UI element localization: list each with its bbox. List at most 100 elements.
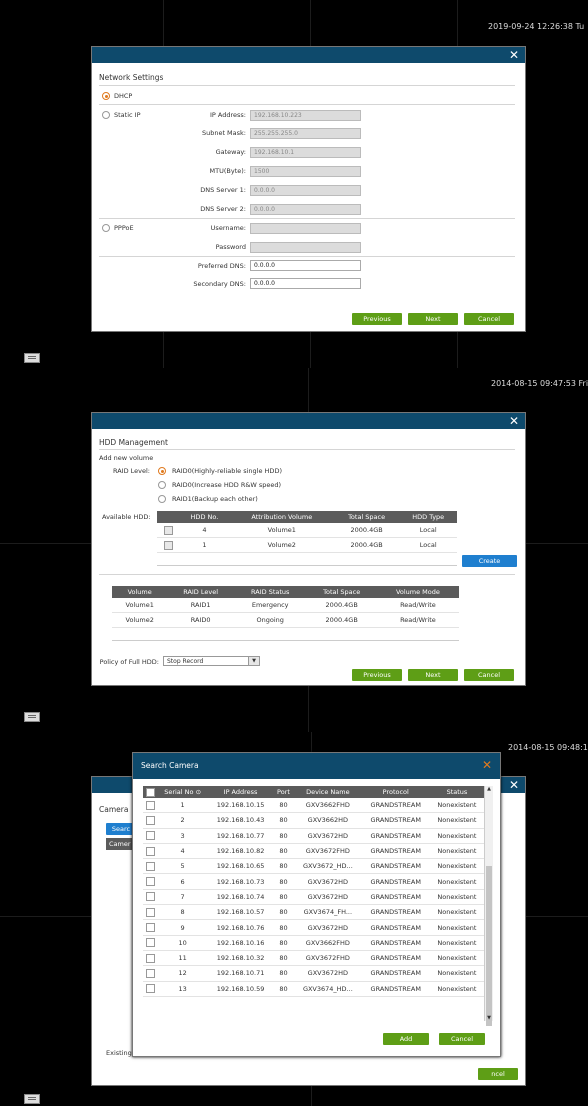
raid1-backup-radio[interactable] [158,495,166,503]
username-field[interactable] [250,223,361,234]
add-button[interactable]: Add [383,1033,429,1045]
table-row[interactable]: 4 192.168.10.82 80 GXV3672FHD GRANDSTREAM Non… [143,843,484,860]
scrollbar[interactable]: ▲ ▼ [484,786,493,1026]
preferred-dns-label: Preferred DNS: [197,262,246,270]
menu-icon[interactable] [24,353,40,363]
table-header [157,511,179,523]
table-cell: GRANDSTREAM [361,981,430,997]
table-header: RAID Status [233,586,307,598]
scrollbar-thumb[interactable] [486,866,492,1026]
dns-server-2-label: DNS Server 2: [200,205,246,213]
table-row[interactable]: Volume1 RAID1 Emergency 2000.4GB Read/Wr… [112,598,459,613]
scroll-up-icon[interactable]: ▲ [485,786,493,792]
menu-icon[interactable] [24,1094,40,1104]
row-checkbox[interactable] [143,889,157,906]
previous-button[interactable]: Previous [352,313,402,325]
row-checkbox[interactable] [143,798,157,814]
table-cell: GXV3672HD [294,873,362,890]
table-header: Protocol [361,786,430,798]
row-checkbox[interactable] [143,828,157,844]
table-row[interactable]: 12 192.168.10.71 80 GXV3672HD GRANDSTREAM Non… [143,965,484,982]
dns-server-1-label: DNS Server 1: [200,186,246,194]
dhcp-radio[interactable] [102,92,110,100]
table-row[interactable]: 7 192.168.10.74 80 GXV3672HD GRANDSTREAM None… [143,889,484,906]
subnet-mask-field[interactable]: 255.255.255.0 [250,128,361,139]
table-header: Volume [112,586,168,598]
menu-icon[interactable] [24,712,40,722]
table-row[interactable]: 1 Volume2 2000.4GB Local [157,537,457,553]
table-cell: 80 [272,889,295,906]
table-row[interactable]: Volume2 RAID0 Ongoing 2000.4GB Read/Writ… [112,612,459,628]
table-row[interactable]: 2 192.168.10.43 80 GXV3662HD GRANDSTREAM None… [143,812,484,829]
policy-select-value: Stop Record [167,658,204,665]
row-checkbox[interactable] [143,919,157,936]
raid0-speed-radio[interactable] [158,481,166,489]
cancel-button[interactable]: Cancel [439,1033,485,1045]
table-row[interactable]: 8 192.168.10.57 80 GXV3674_FH... GRANDSTREAM… [143,904,484,921]
row-checkbox[interactable] [143,858,157,875]
table-row[interactable]: 4 Volume1 2000.4GB Local [157,523,457,538]
table-header: RAID Level [167,586,234,598]
mtu-field[interactable]: 1500 [250,166,361,177]
table-row[interactable]: 10 192.168.10.16 80 GXV3662FHD GRANDSTREAM No… [143,935,484,951]
dns-server-1-field[interactable]: 0.0.0.0 [250,185,361,196]
table-cell: 80 [272,812,295,829]
table-row[interactable]: 13 192.168.10.59 80 GXV3674_HD... GRANDSTREA… [143,981,484,997]
create-button[interactable]: Create [462,555,517,567]
network-settings-dialog: ✕ Network Settings DHCP Static IP IP Add… [91,46,526,332]
previous-button[interactable]: Previous [352,669,402,681]
next-button[interactable]: Next [408,313,458,325]
row-checkbox[interactable] [143,873,157,890]
row-checkbox[interactable] [143,965,157,982]
table-row[interactable]: 3 192.168.10.77 80 GXV3672HD GRANDSTREAM None… [143,828,484,844]
pppoe-radio[interactable] [102,224,110,232]
table-row[interactable]: 9 192.168.10.76 80 GXV3672HD GRANDSTREAM None… [143,919,484,936]
table-cell: 9 [157,919,209,936]
table-row[interactable]: 1 192.168.10.15 80 GXV3662FHD GRANDSTREAM Non… [143,798,484,814]
gateway-field[interactable]: 192.168.10.1 [250,147,361,158]
dns-server-2-field[interactable]: 0.0.0.0 [250,204,361,215]
row-checkbox[interactable] [143,812,157,829]
network-settings-panel: 2019-09-24 12:26:38 Tu ✕ Network Setting… [0,0,588,368]
table-header: Device Name [294,786,362,798]
row-checkbox[interactable] [143,843,157,860]
table-cell: Nonexistent [429,843,484,860]
preferred-dns-field[interactable]: 0.0.0.0 [250,260,361,271]
select-all-checkbox[interactable] [143,786,157,798]
table-cell: 10 [157,935,209,951]
row-checkbox[interactable] [143,904,157,921]
ip-address-field[interactable]: 192.168.10.223 [250,110,361,121]
table-cell: 1 [157,798,209,814]
row-checkbox[interactable] [157,537,179,553]
table-cell: GRANDSTREAM [361,919,430,936]
available-hdd-table: HDD No. Attribution Volume Total Space H… [157,511,457,566]
next-button[interactable]: Next [408,669,458,681]
close-icon[interactable]: ✕ [509,778,519,792]
static-ip-radio[interactable] [102,111,110,119]
table-row[interactable]: 11 192.168.10.32 80 GXV3672FHD GRANDSTREAM No… [143,950,484,967]
secondary-dns-field[interactable]: 0.0.0.0 [250,278,361,289]
close-icon[interactable]: ✕ [509,414,519,428]
row-checkbox[interactable] [157,523,179,538]
policy-select[interactable]: Stop Record ▼ [163,656,260,666]
scroll-down-icon[interactable]: ▼ [485,1015,493,1021]
row-checkbox[interactable] [143,950,157,967]
close-icon[interactable]: ✕ [509,48,519,62]
divider [99,218,515,219]
cancel-button[interactable]: Cancel [464,313,514,325]
table-cell: GRANDSTREAM [361,873,430,890]
table-header: Volume Mode [376,586,459,598]
table-cell: GRANDSTREAM [361,935,430,951]
close-icon[interactable]: ✕ [482,758,492,772]
table-row[interactable]: 5 192.168.10.65 80 GXV3672_HD... GRANDSTREAM… [143,858,484,875]
sort-icon[interactable]: ⊙ [194,788,201,796]
row-checkbox[interactable] [143,935,157,951]
cancel-button[interactable]: Cancel [464,669,514,681]
cancel-button[interactable]: ncel [478,1068,518,1080]
raid0-single-radio[interactable] [158,467,166,475]
row-checkbox[interactable] [143,981,157,997]
table-cell: 5 [157,858,209,875]
table-row[interactable]: 6 192.168.10.73 80 GXV3672HD GRANDSTREAM None… [143,873,484,890]
password-field[interactable] [250,242,361,253]
ip-address-label: IP Address: [210,111,246,119]
